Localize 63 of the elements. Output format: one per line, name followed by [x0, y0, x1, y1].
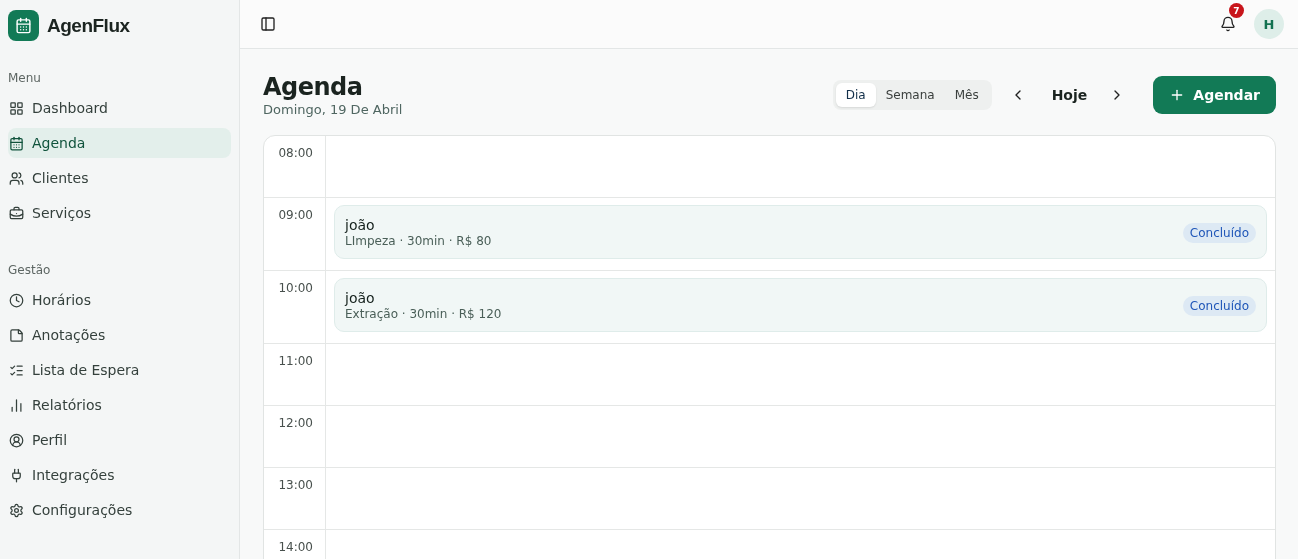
sidebar-item-label: Agenda — [32, 135, 86, 151]
sidebar-item[interactable]: Anotações — [8, 320, 231, 350]
sidebar-item[interactable]: Clientes — [8, 163, 231, 193]
bell-icon[interactable] — [1220, 16, 1236, 32]
appointment-card[interactable]: joão Extração · 30min · R$ 120 Concluído — [334, 278, 1267, 332]
sidebar-item[interactable]: Perfil — [8, 425, 231, 455]
sidebar-item[interactable]: Lista de Espera — [8, 355, 231, 385]
brand-name: AgenFlux — [47, 14, 130, 37]
view-tab[interactable]: Mês — [944, 83, 989, 107]
time-label: 14:00 — [264, 530, 326, 559]
nav-icon — [9, 327, 24, 343]
sidebar-item-label: Dashboard — [32, 100, 108, 116]
time-label: 10:00 — [264, 271, 326, 343]
sidebar-item-label: Clientes — [32, 170, 89, 186]
sidebar-item-label: Configurações — [32, 502, 133, 518]
notification-badge: 7 — [1229, 3, 1244, 18]
nav-icon — [9, 502, 24, 518]
time-label: 12:00 — [264, 406, 326, 467]
time-label: 11:00 — [264, 344, 326, 405]
sidebar-item[interactable]: Integrações — [8, 460, 231, 490]
view-tab[interactable]: Dia — [835, 83, 876, 107]
sidebar-item-label: Perfil — [32, 432, 68, 448]
sidebar-item[interactable]: Agenda — [8, 128, 231, 158]
sidebar-item-label: Integrações — [32, 467, 115, 483]
time-label: 08:00 — [264, 136, 326, 197]
sidebar-item-label: Horários — [32, 292, 91, 308]
page-title: Agenda — [263, 73, 364, 101]
sidebar-toggle-icon[interactable] — [260, 16, 276, 32]
status-badge: Concluído — [1182, 222, 1256, 243]
sidebar-item[interactable]: Horários — [8, 285, 231, 315]
sidebar-item[interactable]: Configurações — [8, 495, 231, 525]
sidebar-item[interactable]: Relatórios — [8, 390, 231, 420]
section-title: Gestão — [8, 263, 52, 277]
nav-icon — [9, 397, 24, 413]
client-name: joão — [345, 217, 376, 233]
sidebar-item[interactable]: Serviços — [8, 198, 231, 228]
user-avatar[interactable]: H — [1254, 9, 1284, 39]
nav-icon — [9, 135, 24, 151]
sidebar-item-label: Anotações — [32, 327, 106, 343]
appointment-details: Extração · 30min · R$ 120 — [345, 307, 502, 321]
view-tab[interactable]: Semana — [875, 83, 945, 107]
time-label: 09:00 — [264, 198, 326, 270]
sidebar-item-label: Lista de Espera — [32, 362, 140, 378]
nav-icon — [9, 292, 24, 308]
sidebar-item-label: Relatórios — [32, 397, 102, 413]
today-label[interactable]: Hoje — [1051, 87, 1088, 103]
client-name: joão — [345, 290, 376, 306]
calendar-logo-icon — [8, 10, 39, 41]
status-badge: Concluído — [1182, 295, 1256, 316]
nav-icon — [9, 100, 24, 116]
nav-icon — [9, 170, 24, 186]
appointment-card[interactable]: joão LImpeza · 30min · R$ 80 Concluído — [334, 205, 1267, 259]
schedule-button[interactable]: Agendar — [1153, 76, 1276, 114]
sidebar-item[interactable]: Dashboard — [8, 93, 231, 123]
nav-icon — [9, 362, 24, 378]
section-title: Menu — [8, 71, 42, 85]
page-date: Domingo, 19 De Abril — [263, 102, 403, 117]
appointment-details: LImpeza · 30min · R$ 80 — [345, 234, 492, 248]
nav-icon — [9, 467, 24, 483]
sidebar-item-label: Serviços — [32, 205, 91, 221]
nav-icon — [9, 205, 24, 221]
nav-icon — [9, 432, 24, 448]
time-label: 13:00 — [264, 468, 326, 529]
